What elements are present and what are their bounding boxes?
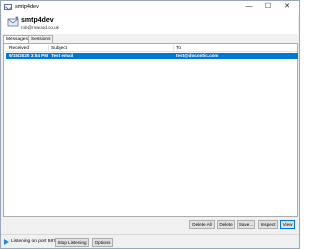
author-email: rob@rnwood.co.uk: [21, 25, 59, 30]
listening-status: Listening on port 587: [11, 239, 56, 244]
cell-to: test@docontic.com: [176, 53, 219, 58]
app-name: smtp4dev: [21, 17, 54, 24]
delete-button[interactable]: Delete: [217, 220, 235, 229]
tab-sessions[interactable]: Sessions: [28, 35, 54, 43]
maximize-button[interactable]: ☐: [261, 2, 275, 12]
table-row[interactable]: 9/15/2020 3:54 PM Test email test@docont…: [6, 53, 298, 59]
inspect-button[interactable]: Inspect: [258, 220, 278, 229]
close-button[interactable]: ✕: [280, 2, 294, 12]
play-icon: [4, 239, 9, 245]
envelope-logo-icon: [7, 16, 19, 27]
delete-all-button[interactable]: Delete All: [189, 220, 215, 229]
column-subject[interactable]: Subject: [51, 46, 67, 52]
column-received[interactable]: Received: [9, 46, 29, 52]
messages-panel: Received Subject To 9/15/2020 3:54 PM Te…: [3, 43, 298, 217]
status-bar: Listening on port 587 Stop Listening Opt…: [1, 234, 299, 248]
column-divider[interactable]: [48, 45, 49, 52]
save-button[interactable]: Save...: [237, 220, 255, 229]
options-button[interactable]: Options: [92, 238, 113, 247]
app-header: smtp4dev rob@rnwood.co.uk: [2, 14, 298, 34]
cell-received: 9/15/2020 3:54 PM: [9, 53, 49, 58]
column-divider[interactable]: [173, 45, 174, 52]
envelope-icon: [4, 4, 12, 10]
app-window: smtp4dev — ☐ ✕ smtp4dev rob@rnwood.co.uk…: [0, 0, 300, 249]
cell-subject: Test email: [51, 53, 74, 58]
stop-listening-button[interactable]: Stop Listening: [55, 238, 89, 247]
view-button[interactable]: View: [280, 220, 295, 229]
title-bar: smtp4dev — ☐ ✕: [1, 1, 299, 14]
minimize-button[interactable]: —: [242, 2, 256, 12]
table-header: Received Subject To: [5, 45, 297, 52]
column-to[interactable]: To: [176, 46, 181, 52]
window-title: smtp4dev: [15, 4, 39, 10]
